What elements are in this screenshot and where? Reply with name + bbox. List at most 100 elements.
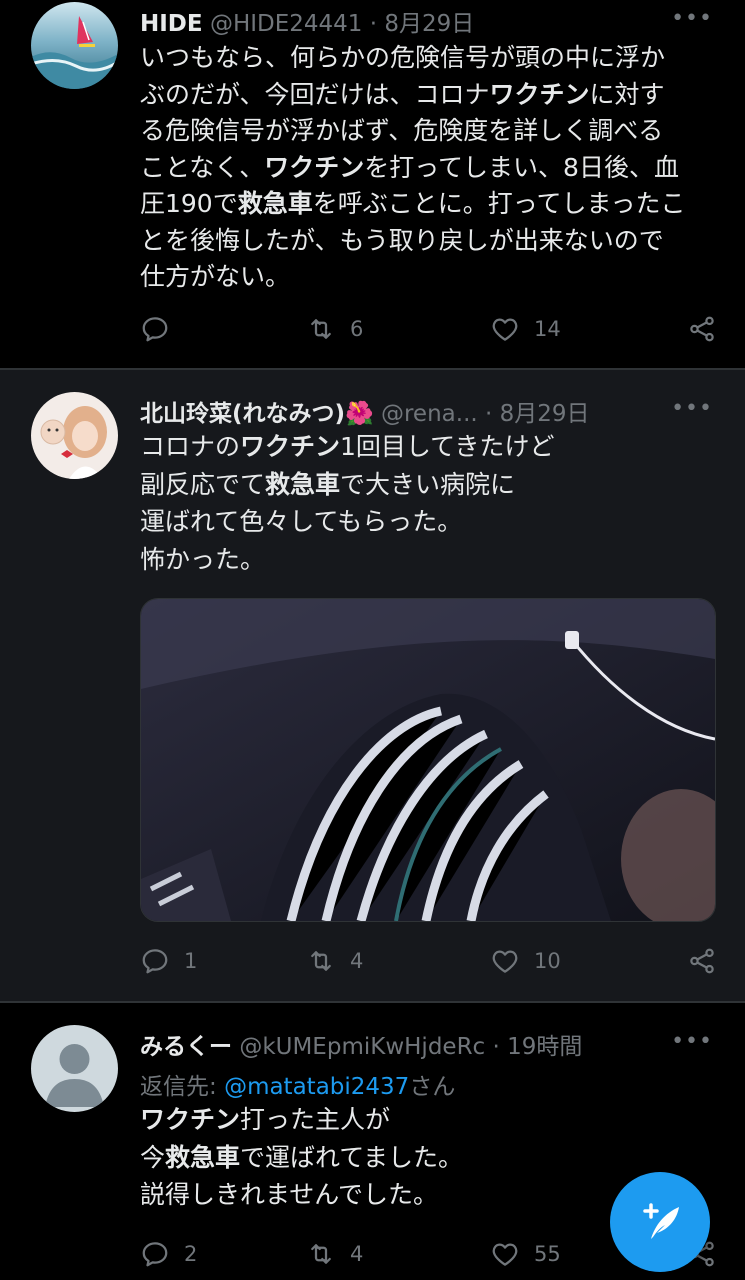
display-name[interactable]: みるくー	[140, 1034, 232, 1060]
tweet-text-line: ワクチン打った主人が	[140, 1101, 717, 1139]
reply-button[interactable]: 1	[140, 946, 197, 976]
retweet-button[interactable]: 4	[306, 946, 363, 976]
separator-dot: ·	[492, 1034, 500, 1060]
display-name[interactable]: 北山玲菜(れなみつ)	[140, 401, 345, 427]
tweet-text-line: 副反応でて救急車で大きい病院に	[140, 466, 717, 504]
heart-icon	[492, 950, 518, 973]
like-button[interactable]: 10	[490, 946, 561, 976]
tweet-text: コロナのワクチン1回目してきたけど 副反応でて救急車で大きい病院に 運ばれて色々して…	[140, 428, 717, 578]
highlighted-keyword: ワクチン	[489, 79, 590, 109]
share-button[interactable]	[687, 314, 717, 344]
text-segment: とを後悔したが、もう取り戻しが出来ないので	[140, 225, 664, 255]
text-segment: 打った主人が	[240, 1105, 391, 1134]
tweet-header: みるくー @kUMEpmiKwHjdeRc · 19時間	[140, 1027, 665, 1061]
reply-to-handle-link[interactable]: @matatabi2437	[224, 1074, 409, 1100]
separator-dot: ·	[369, 11, 378, 37]
highlighted-keyword: ワクチン	[140, 1105, 241, 1134]
like-count: 14	[534, 317, 561, 341]
more-dots-icon[interactable]: •••	[671, 6, 713, 31]
retweet-count: 4	[350, 949, 364, 973]
reply-context: 返信先: @matatabi2437さん	[140, 1067, 455, 1101]
reply-button[interactable]: 2	[140, 1239, 197, 1269]
retweet-button[interactable]: 4	[306, 1239, 363, 1269]
tweet-1[interactable]: HIDE @HIDE24441 · 8月29日 ••• いつもなら、何らかの危険…	[0, 0, 745, 368]
reply-context-prefix: 返信先:	[140, 1074, 225, 1100]
more-dots-icon[interactable]: •••	[671, 396, 713, 421]
tweet-header: HIDE @HIDE24441 · 8月29日	[140, 4, 665, 38]
attached-photo[interactable]	[140, 598, 716, 922]
tweet-text: いつもなら、何らかの危険信号が頭の中に浮かぶのだが、今回だけは、コロナワクチンに…	[140, 40, 717, 296]
avatar[interactable]	[31, 2, 118, 89]
tweet-text-line: 圧190で救急車を呼ぶことに。打ってしまったこ	[140, 186, 717, 223]
avatar[interactable]	[31, 392, 118, 479]
text-segment: 圧190で	[140, 189, 238, 218]
highlighted-keyword: ワクチン	[264, 152, 365, 182]
highlighted-keyword: ワクチン	[240, 432, 341, 461]
tweet-2[interactable]: 北山玲菜(れなみつ)🌺 @rena... · 8月29日 ••• コロナのワクチ…	[0, 370, 745, 1001]
user-handle[interactable]: @kUMEpmiKwHjdeRc	[239, 1034, 485, 1060]
display-name[interactable]: HIDE	[140, 11, 203, 37]
avatar[interactable]	[31, 1025, 118, 1112]
tweet-text-line: 今救急車で運ばれてました。	[140, 1139, 717, 1177]
retweet-arrows-icon	[311, 319, 331, 339]
timestamp[interactable]: 8月29日	[500, 401, 590, 427]
text-segment: コロナの	[140, 432, 241, 461]
text-segment: 説得しきれませんでした。	[140, 1180, 439, 1209]
reply-bubble-icon	[142, 949, 168, 974]
like-count: 10	[534, 949, 561, 973]
tweet-actions: 6 14	[140, 314, 717, 348]
text-segment: に対す	[589, 79, 665, 109]
retweet-arrows-icon	[311, 951, 331, 971]
text-segment: ことなく、	[140, 152, 265, 182]
tweet-text-line: 仕方がない。	[140, 259, 717, 296]
text-segment: 怖かった。	[140, 544, 266, 574]
highlighted-keyword: 救急車	[265, 469, 341, 499]
timestamp[interactable]: 8月29日	[384, 11, 474, 37]
tweet-text-line: とを後悔したが、もう取り戻しが出来ないので	[140, 223, 717, 260]
tweet-text-line: 運ばれて色々してもらった。	[140, 503, 717, 541]
tweet-text-line: ことなく、ワクチンを打ってしまい、8日後、血	[140, 150, 717, 187]
compose-tweet-button[interactable]	[610, 1172, 710, 1272]
tweet-text-line: 怖かった。	[140, 541, 717, 579]
text-segment: 運ばれて色々してもらった。	[140, 507, 463, 536]
tweet-text-line: コロナのワクチン1回目してきたけど	[140, 428, 717, 466]
separator-dot: ·	[485, 401, 493, 427]
reply-count: 1	[184, 949, 198, 973]
user-handle[interactable]: @HIDE24441	[210, 11, 363, 37]
reply-context-suffix: さん	[409, 1074, 456, 1100]
timestamp[interactable]: 19時間	[507, 1034, 582, 1060]
share-nodes-icon	[690, 948, 714, 974]
like-count: 55	[534, 1242, 561, 1266]
text-segment: を呼ぶことに。打ってしまったこ	[312, 189, 686, 218]
retweet-count: 4	[350, 1242, 364, 1266]
reply-button[interactable]	[140, 314, 184, 344]
text-segment: 1回目してきたけど	[340, 432, 555, 461]
share-button[interactable]	[687, 946, 717, 976]
compose-feather-icon	[643, 1203, 679, 1239]
tweet-text-line: ぶのだが、今回だけは、コロナワクチンに対す	[140, 77, 717, 114]
tweet-text-line: る危険信号が浮かばず、危険度を詳しく調べる	[140, 113, 717, 150]
text-segment: る危険信号が浮かばず、危険度を詳しく調べる	[140, 116, 664, 145]
text-segment: いつもなら、何らかの危険信号が頭の中に浮か	[140, 43, 666, 72]
text-segment: で大きい病院に	[340, 469, 516, 499]
retweet-button[interactable]: 6	[306, 314, 363, 344]
retweet-arrows-icon	[311, 1244, 331, 1264]
share-nodes-icon	[690, 316, 714, 342]
reply-bubble-icon	[142, 317, 168, 342]
highlighted-keyword: 救急車	[165, 1142, 241, 1172]
heart-icon	[492, 318, 518, 341]
retweet-count: 6	[350, 317, 364, 341]
highlighted-keyword: 救急車	[237, 189, 313, 218]
text-segment: 仕方がない。	[140, 262, 291, 291]
tweet-actions: 1 4 10	[140, 946, 717, 980]
hibiscus-emoji: 🌺	[345, 401, 374, 427]
user-handle[interactable]: @rena...	[381, 401, 478, 427]
reply-count: 2	[184, 1242, 198, 1266]
reply-bubble-icon	[142, 1242, 168, 1267]
more-dots-icon[interactable]: •••	[671, 1029, 713, 1054]
like-button[interactable]: 55	[490, 1239, 561, 1269]
text-segment: を打ってしまい、8日後、血	[364, 152, 679, 182]
tweet-text-line: いつもなら、何らかの危険信号が頭の中に浮か	[140, 40, 717, 77]
like-button[interactable]: 14	[490, 314, 561, 344]
text-segment: 今	[140, 1142, 166, 1172]
